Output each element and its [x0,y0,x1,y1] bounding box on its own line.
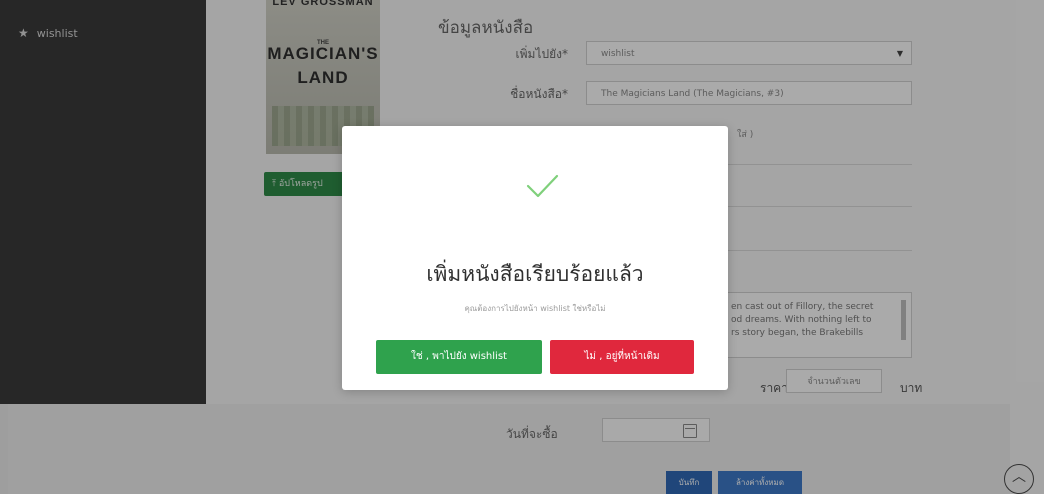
stay-on-page-button[interactable]: ไม่ , อยู่ที่หน้าเดิม [550,340,694,374]
modal-subtitle: คุณต้องการไปยังหน้า wishlist ใช่หรือไม่ [464,304,606,313]
modal-title: เพิ่มหนังสือเรียบร้อยแล้ว [426,262,644,286]
go-to-wishlist-button[interactable]: ใช่ , พาไปยัง wishlist [376,340,542,374]
success-check-icon [526,174,559,198]
